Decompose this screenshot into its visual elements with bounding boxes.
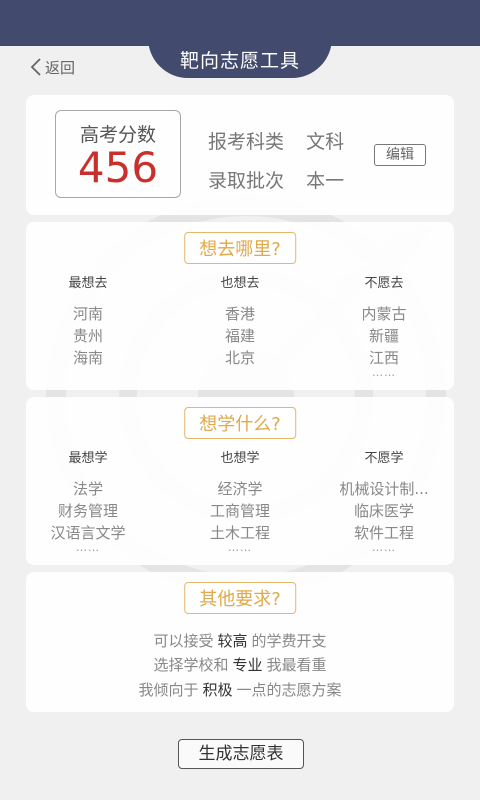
requirement-text: 选择学校和 [153,656,229,674]
study-column-avoid[interactable]: 不愿学 机械设计制... 临床医学 软件工程 …… [322,447,446,554]
other-card[interactable]: 其他要求? 可以接受 较高 的学费开支 选择学校和 专业 我最看重 我倾向于 积极 一点的志… [26,572,454,712]
requirement-line[interactable]: 选择学校和 专业 我最看重 [26,654,454,675]
batch-label: 录取批次 [208,170,285,192]
batch-value: 本一 [306,170,345,192]
requirement-line[interactable]: 可以接受 较高 的学费开支 [26,630,454,651]
list-item: 海南 [72,349,103,367]
column-heading: 最想学 [68,451,108,466]
list-item: 法学 [72,480,103,498]
subject-value: 文科 [306,131,345,153]
requirement-line[interactable]: 我倾向于 积极 一点的志愿方案 [26,679,454,700]
list-item: 工商管理 [209,502,270,520]
list-item: 福建 [224,327,255,345]
subject-row: 报考科类 文科 [208,127,344,154]
list-item: 内蒙古 [361,305,407,323]
study-column-also[interactable]: 也想学 经济学 工商管理 土木工程 …… [178,447,302,554]
where-title[interactable]: 想去哪里? [184,232,296,264]
list-item: 经济学 [217,480,263,498]
column-heading: 也想学 [220,451,260,466]
requirement-text: 的学费开支 [251,632,327,650]
where-column-avoid[interactable]: 不愿去 内蒙古 新疆 江西 …… [322,272,446,379]
study-title[interactable]: 想学什么? [184,407,296,439]
more-ellipsis: …… [372,541,396,554]
chevron-left-icon [30,58,41,76]
study-card[interactable]: 想学什么? 最想学 法学 财务管理 汉语言文学 …… 也想学 经济学 工商管理 … [26,397,454,565]
title-tab: 靶向志愿工具 [148,0,332,78]
list-item: 新疆 [368,327,399,345]
score-value: 456 [77,143,159,192]
list-item: 河南 [72,305,103,323]
list-item: 财务管理 [57,502,118,520]
generate-button[interactable]: 生成志愿表 [178,739,304,769]
list-item: 北京 [224,349,255,367]
list-item: 香港 [224,305,255,323]
list-item: 机械设计制... [339,480,429,498]
requirement-text: 一点的志愿方案 [236,681,342,699]
column-heading: 最想去 [68,276,108,291]
subject-label: 报考科类 [208,131,285,153]
requirement-text: 可以接受 [153,632,214,650]
requirement-text: 我倾向于 [138,681,199,699]
column-heading: 不愿学 [364,451,404,466]
list-item: 贵州 [72,327,103,345]
score-box: 高考分数 456 [55,110,181,198]
requirement-text: 我最看重 [266,656,327,674]
study-column-most[interactable]: 最想学 法学 财务管理 汉语言文学 …… [26,447,150,554]
list-item: 临床医学 [353,502,414,520]
where-card[interactable]: 想去哪里? 最想去 河南 贵州 海南 也想去 香港 福建 北京 不愿去 内蒙古 … [26,222,454,390]
more-ellipsis: …… [76,541,100,554]
back-button[interactable]: 返回 [30,56,75,78]
back-label: 返回 [45,58,76,77]
more-ellipsis: …… [372,366,396,379]
column-heading: 不愿去 [364,276,404,291]
page-title: 靶向志愿工具 [179,50,300,72]
requirement-highlight[interactable]: 较高 [217,632,247,650]
batch-row: 录取批次 本一 [208,166,344,193]
more-ellipsis: …… [228,541,252,554]
requirement-highlight[interactable]: 专业 [232,656,262,674]
where-column-most[interactable]: 最想去 河南 贵州 海南 [26,272,150,369]
column-heading: 也想去 [220,276,260,291]
where-column-also[interactable]: 也想去 香港 福建 北京 [178,272,302,369]
score-card: 高考分数 456 报考科类 文科 录取批次 本一 编辑 [26,95,454,215]
other-title[interactable]: 其他要求? [184,582,296,614]
requirement-highlight[interactable]: 积极 [202,681,232,699]
edit-button[interactable]: 编辑 [374,144,426,166]
